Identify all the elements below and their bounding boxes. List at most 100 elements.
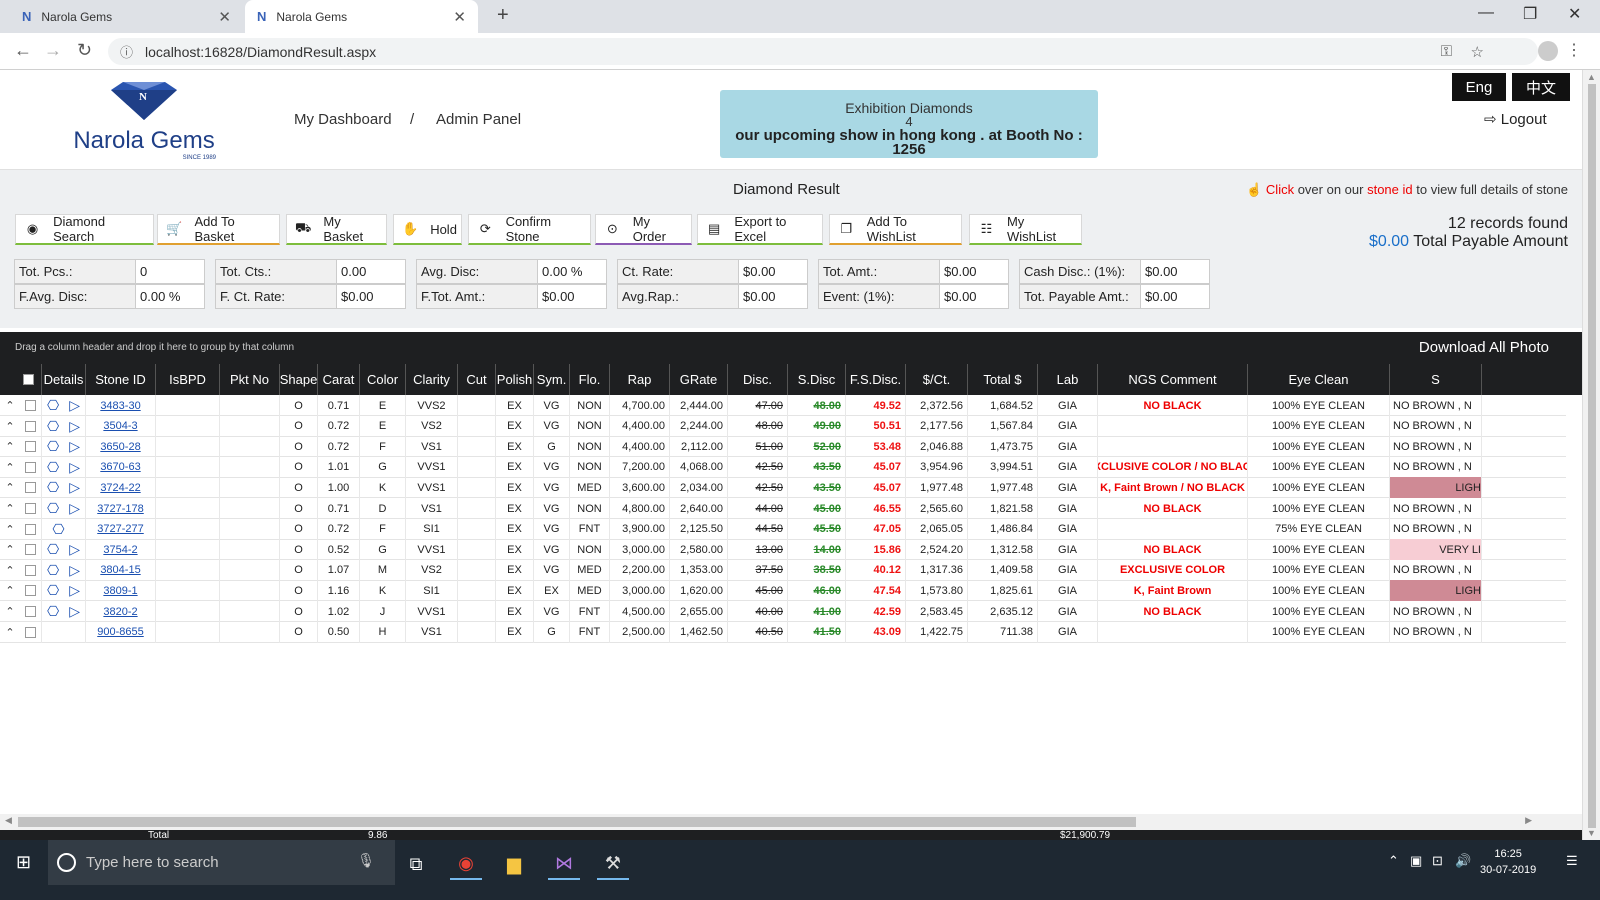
table-row[interactable]: ⌃ ⎔ ▷ 3820-2 O 1.02 J VVS1 EX VG FNT 4,500.00 2,655.… xyxy=(0,601,1566,622)
column-header-s[interactable]: S xyxy=(1390,364,1482,395)
video-icon[interactable]: ▷ xyxy=(69,418,80,435)
visual-studio-icon[interactable]: ⋈ xyxy=(548,848,580,880)
camera-icon[interactable]: ⎔ xyxy=(47,562,59,579)
info-icon[interactable]: ⓘ xyxy=(120,42,133,61)
lang-chinese-button[interactable]: 中文 xyxy=(1512,73,1570,101)
column-header-rap[interactable]: Rap xyxy=(610,364,670,395)
windows-start-icon[interactable]: ⊞ xyxy=(16,852,31,873)
expand-row-icon[interactable]: ⌃ xyxy=(5,461,14,474)
close-tab-icon[interactable]: ✕ xyxy=(218,8,231,26)
forward-icon[interactable]: → xyxy=(44,40,62,61)
column-header-s-disc[interactable]: S.Disc xyxy=(788,364,846,395)
stone-id-link[interactable]: 3804-15 xyxy=(100,564,140,576)
column-header-select[interactable] xyxy=(0,364,42,395)
column-header-ngs-comment[interactable]: NGS Comment xyxy=(1098,364,1248,395)
video-icon[interactable]: ▷ xyxy=(69,500,80,517)
file-explorer-icon[interactable]: ▆ xyxy=(498,848,530,880)
toolbar-my-wishlist-button[interactable]: ☷ My WishList xyxy=(969,214,1082,245)
row-checkbox[interactable] xyxy=(24,564,36,576)
chrome-menu-icon[interactable]: ⋮ xyxy=(1566,40,1582,60)
toolbar-add-to-wishlist-button[interactable]: ❐ Add To WishList xyxy=(829,214,962,245)
column-header-disc-[interactable]: Disc. xyxy=(728,364,788,395)
column-header-isbpd[interactable]: IsBPD xyxy=(156,364,220,395)
nav-my-dashboard[interactable]: My Dashboard xyxy=(294,111,392,128)
profile-avatar-icon[interactable] xyxy=(1538,41,1558,61)
narola-logo[interactable]: N Narola Gems SINCE 1989 xyxy=(64,80,224,161)
stone-id-link[interactable]: 3650-28 xyxy=(100,441,140,453)
column-header-carat[interactable]: Carat xyxy=(318,364,360,395)
video-icon[interactable]: ▷ xyxy=(69,562,80,579)
column-header-pkt-no[interactable]: Pkt No xyxy=(220,364,280,395)
expand-row-icon[interactable]: ⌃ xyxy=(5,420,14,433)
tray-chevron-icon[interactable]: ⌃ xyxy=(1388,853,1399,869)
expand-row-icon[interactable]: ⌃ xyxy=(5,564,14,577)
camera-icon[interactable]: ⎔ xyxy=(47,500,59,517)
video-icon[interactable]: ▷ xyxy=(69,582,80,599)
expand-row-icon[interactable]: ⌃ xyxy=(5,543,14,556)
stone-id-link[interactable]: 3483-30 xyxy=(100,400,140,412)
row-checkbox[interactable] xyxy=(24,441,36,453)
system-clock[interactable]: 16:25 30-07-2019 xyxy=(1480,846,1536,878)
toolbar-add-to-basket-button[interactable]: 🛒 Add To Basket xyxy=(157,214,280,245)
table-row[interactable]: ⌃ ⎔ ▷ 3483-30 O 0.71 E VVS2 EX VG NON 4,700.00 2,444… xyxy=(0,395,1566,416)
stone-id-link[interactable]: 3504-3 xyxy=(103,420,137,432)
table-row[interactable]: ⌃ ⎔ 3727-277 O 0.72 F SI1 EX VG FNT 3,900.00 2,125.… xyxy=(0,518,1566,540)
bookmark-star-icon[interactable]: ☆ xyxy=(1471,43,1484,61)
scroll-left-icon[interactable]: ◀ xyxy=(5,815,12,826)
scroll-up-icon[interactable]: ▲ xyxy=(1587,72,1596,82)
task-view-icon[interactable]: ⧉ xyxy=(400,848,432,880)
table-row[interactable]: ⌃ ⎔ ▷ 3670-63 O 1.01 G VVS1 EX VG NON 7,200.00 4,068… xyxy=(0,456,1566,478)
exhibition-announcement[interactable]: Exhibition Diamonds 4 our upcoming show … xyxy=(720,90,1098,158)
toolbar-export-to-excel-button[interactable]: ▤ Export to Excel xyxy=(697,214,823,245)
column-header-stone-id[interactable]: Stone ID xyxy=(86,364,156,395)
expand-row-icon[interactable]: ⌃ xyxy=(5,481,14,494)
expand-row-icon[interactable]: ⌃ xyxy=(5,626,14,639)
close-tab-icon[interactable]: ✕ xyxy=(453,8,466,26)
column-header-f-s-disc-[interactable]: F.S.Disc. xyxy=(846,364,906,395)
logout-link[interactable]: ⇨ Logout xyxy=(1484,110,1547,128)
camera-icon[interactable]: ⎔ xyxy=(52,521,64,538)
expand-row-icon[interactable]: ⌃ xyxy=(5,523,14,536)
table-row[interactable]: ⌃ ⎔ ▷ 3804-15 O 1.07 M VS2 EX VG MED 2,200.00 1,353.… xyxy=(0,559,1566,581)
chrome-icon[interactable]: ◉ xyxy=(450,848,482,880)
maximize-icon[interactable]: ❐ xyxy=(1523,4,1537,24)
table-row[interactable]: ⌃ 900-8655 O 0.50 H VS1 EX G FNT 2,500.00 1,462.50… xyxy=(0,621,1566,643)
toolbar-hold-button[interactable]: ✋ Hold xyxy=(393,214,462,245)
toolbar-confirm-stone-button[interactable]: ⟳ Confirm Stone xyxy=(468,214,591,245)
row-checkbox[interactable] xyxy=(24,626,36,638)
table-row[interactable]: ⌃ ⎔ ▷ 3650-28 O 0.72 F VS1 EX G NON 4,400.00 2,112.0… xyxy=(0,436,1566,458)
camera-icon[interactable]: ⎔ xyxy=(47,479,59,496)
stone-id-link[interactable]: 3754-2 xyxy=(103,544,137,556)
stone-id-link[interactable]: 3820-2 xyxy=(103,606,137,618)
video-icon[interactable]: ▷ xyxy=(69,479,80,496)
camera-icon[interactable]: ⎔ xyxy=(47,397,59,414)
expand-row-icon[interactable]: ⌃ xyxy=(5,399,14,412)
column-header-lab[interactable]: Lab xyxy=(1038,364,1098,395)
horizontal-scrollbar[interactable]: ◀ ▶ xyxy=(0,814,1582,830)
column-header-total-[interactable]: Total $ xyxy=(968,364,1038,395)
stone-id-link[interactable]: 3727-178 xyxy=(97,503,144,515)
toolbar-my-order-button[interactable]: ⊙ My Order xyxy=(595,214,692,245)
row-checkbox[interactable] xyxy=(24,523,36,535)
taskbar-search-field[interactable]: Type here to search 🎙 xyxy=(48,840,395,885)
column-header-cut[interactable]: Cut xyxy=(458,364,496,395)
key-icon[interactable]: ⚿ xyxy=(1441,43,1452,60)
back-icon[interactable]: ← xyxy=(14,40,32,61)
table-row[interactable]: ⌃ ⎔ ▷ 3504-3 O 0.72 E VS2 EX VG NON 4,400.00 2,244.0… xyxy=(0,415,1566,437)
table-row[interactable]: ⌃ ⎔ ▷ 3754-2 O 0.52 G VVS1 EX VG NON 3,000.00 2,580.… xyxy=(0,539,1566,561)
row-checkbox[interactable] xyxy=(24,482,36,494)
row-checkbox[interactable] xyxy=(24,585,36,597)
table-row[interactable]: ⌃ ⎔ ▷ 3727-178 O 0.71 D VS1 EX VG NON 4,800.00 2,640… xyxy=(0,498,1566,519)
row-checkbox[interactable] xyxy=(24,544,36,556)
nav-admin-panel[interactable]: Admin Panel xyxy=(436,111,521,128)
stone-id-link[interactable]: 3670-63 xyxy=(100,461,140,473)
minimize-icon[interactable]: — xyxy=(1478,4,1494,22)
stone-id-link[interactable]: 3727-277 xyxy=(97,523,144,535)
row-checkbox[interactable] xyxy=(24,606,36,617)
stone-id-link[interactable]: 900-8655 xyxy=(97,626,144,638)
browser-tab-active[interactable]: N Narola Gems ✕ xyxy=(245,0,478,33)
notifications-icon[interactable]: ☰ xyxy=(1566,853,1578,869)
column-header--ct-[interactable]: $/Ct. xyxy=(906,364,968,395)
stone-id-link[interactable]: 3809-1 xyxy=(103,585,137,597)
group-panel[interactable]: Drag a column header and drop it here to… xyxy=(0,332,1582,364)
